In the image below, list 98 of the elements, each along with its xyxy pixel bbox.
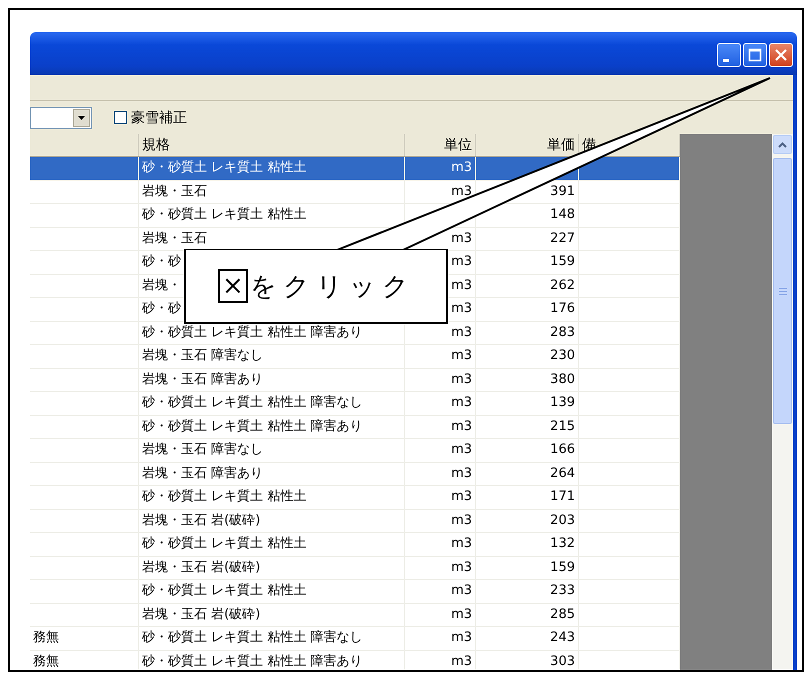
table-cell-text: 139	[550, 394, 575, 412]
column-header[interactable]: 規格	[142, 137, 170, 153]
table-cell-text: 砂・砂質土 レキ質土 粘性土 障害あり	[142, 418, 362, 436]
table-row[interactable]: 岩塊・玉石 岩(破砕) m3 285	[30, 604, 680, 627]
table-cell-text: 岩塊・玉石	[142, 182, 207, 200]
table-cell-text: 227	[550, 230, 575, 248]
checkbox[interactable]	[114, 111, 127, 124]
minimize-icon	[723, 58, 729, 62]
table-cell-text: m3	[451, 558, 472, 576]
table-cell-text: 159	[550, 253, 575, 271]
table-cell-text: 砂・砂質土 レキ質土 粘性土 障害なし	[142, 394, 362, 412]
table-cell-text: m3	[451, 606, 472, 624]
table-cell-text: m3	[451, 394, 472, 412]
table-row[interactable]: 砂・砂質土 レキ質土 粘性土 障害なし m3 139	[30, 392, 680, 416]
table-cell-text: 岩塊・玉石 障害あり	[142, 464, 264, 482]
table-cell-text: m3	[451, 324, 472, 342]
table-cell-text: m3	[451, 512, 472, 530]
table-row[interactable]: 岩塊・玉石 岩(破砕) m3 203	[30, 510, 680, 533]
table-cell-text: 砂・砂	[142, 300, 181, 318]
column-header[interactable]: 単位	[444, 137, 472, 153]
table-row[interactable]: 岩塊・玉石 障害なし m3 166	[30, 439, 680, 462]
table-row[interactable]: 砂・砂質土 レキ質土 粘性土 障害あり m3 215	[30, 416, 680, 439]
column-header[interactable]: 単価	[547, 137, 575, 153]
dropdown-arrow-icon	[78, 116, 85, 120]
table-cell-text: 務無	[33, 652, 59, 670]
table-cell-text: 岩塊・玉石 岩(破砕)	[142, 512, 260, 530]
table-cell-text: 砂・砂質土 レキ質土 粘性土	[142, 535, 306, 553]
table-row[interactable]: 砂・砂質土 レキ質土 粘性土 m3	[30, 157, 680, 180]
table-cell-text: 283	[550, 324, 575, 342]
table-cell-text: m3	[451, 652, 472, 670]
table-cell-text: m3	[451, 418, 472, 436]
table-cell-text: 132	[550, 535, 575, 553]
table-row[interactable]: 砂・砂質土 レキ質土 粘性土 m3 132	[30, 533, 680, 556]
table-cell-text: m3	[451, 441, 472, 459]
close-button[interactable]	[769, 43, 793, 67]
grip-icon	[778, 288, 786, 294]
table-cell-text: m3	[451, 488, 472, 506]
table-cell-text: 岩塊・玉石	[142, 230, 207, 248]
table-cell-text: 215	[550, 418, 575, 436]
close-icon	[773, 47, 789, 63]
table-cell-text: 務無	[33, 629, 59, 647]
table-cell-text: 岩塊・玉石 障害なし	[142, 441, 264, 459]
table-cell-text: 264	[550, 464, 575, 482]
table-cell-text: 233	[550, 582, 575, 600]
scroll-thumb[interactable]	[773, 158, 792, 424]
table-row[interactable]: 務無 砂・砂質土 レキ質土 粘性土 障害なし m3 243	[30, 627, 680, 650]
table-cell-text: m3	[451, 464, 472, 482]
table-row[interactable]: 砂・砂質土 レキ質土 粘性土 m3 171	[30, 486, 680, 510]
table-cell-text: 262	[550, 276, 575, 294]
table-cell-text: 岩塊・玉石 障害なし	[142, 347, 264, 365]
table-cell-text: 203	[550, 512, 575, 530]
table-cell-text: 砂・砂質土 レキ質土 粘性土	[142, 206, 306, 224]
table-row[interactable]: 岩塊・玉石 障害あり m3 264	[30, 462, 680, 486]
table-cell-text: 砂・砂質土 レキ質土 粘性土	[142, 582, 306, 600]
boxed-symbol: ×	[218, 269, 248, 303]
table-row[interactable]: 岩塊・玉石 障害なし m3 230	[30, 345, 680, 368]
minimize-button[interactable]	[717, 43, 741, 67]
scrollbar[interactable]	[772, 134, 793, 670]
table-cell-text: m3	[451, 253, 472, 271]
table-cell-text: m3	[451, 629, 472, 647]
table-cell-text: 砂・砂質土 レキ質土 粘性土 障害あり	[142, 652, 362, 670]
table-cell-text: 380	[550, 370, 575, 388]
table-cell-text: 230	[550, 347, 575, 365]
table-cell-text: m3	[451, 276, 472, 294]
table-cell-text: 岩塊・玉石 岩(破砕)	[142, 558, 260, 576]
table-row[interactable]: 岩塊・玉石 障害あり m3 380	[30, 368, 680, 392]
checkbox-label: 豪雪補正	[131, 108, 187, 126]
maximize-button[interactable]	[743, 43, 767, 67]
table-cell-text: 砂・砂質土 レキ質土 粘性土	[142, 159, 306, 177]
table-cell-text: m3	[451, 535, 472, 553]
table-cell-text: m3	[451, 347, 472, 365]
table-cell-text: 243	[550, 629, 575, 647]
table-row[interactable]: 岩塊・玉石 岩(破砕) m3 159	[30, 556, 680, 580]
table-cell-text: 159	[550, 558, 575, 576]
table-cell-text: 171	[550, 488, 575, 506]
table-cell-text: m3	[451, 230, 472, 248]
table-cell-text: 砂・砂質土 レキ質土 粘性土 障害あり	[142, 324, 362, 342]
table-cell-text: m3	[451, 159, 472, 177]
table-cell-text: 砂・砂	[142, 253, 181, 271]
scroll-up-button[interactable]	[773, 135, 792, 154]
table-cell-text: 303	[550, 652, 575, 670]
dropdown-field[interactable]	[30, 106, 92, 128]
maximize-icon	[747, 47, 763, 63]
table-cell-text: 391	[550, 182, 575, 200]
table-cell-text: 砂・砂質土 レキ質土 粘性土 障害なし	[142, 629, 362, 647]
table-cell-text: 148	[550, 206, 575, 224]
table-cell-text: m3	[451, 370, 472, 388]
table-cell-text: m3	[451, 582, 472, 600]
table-cell-text: 砂・砂質土 レキ質土 粘性土	[142, 488, 306, 506]
table-cell-text: 166	[550, 441, 575, 459]
table-cell-text: 285	[550, 606, 575, 624]
table-cell-text: m3	[451, 182, 472, 200]
table-cell-text: 岩塊・	[142, 276, 181, 294]
table-cell-text: 176	[550, 300, 575, 318]
table-row[interactable]: 砂・砂質土 レキ質土 粘性土 m3 233	[30, 580, 680, 604]
table-cell-text: 岩塊・玉石 岩(破砕)	[142, 606, 260, 624]
table-cell-text: m3	[451, 300, 472, 318]
table-cell-text: 岩塊・玉石 障害あり	[142, 370, 264, 388]
